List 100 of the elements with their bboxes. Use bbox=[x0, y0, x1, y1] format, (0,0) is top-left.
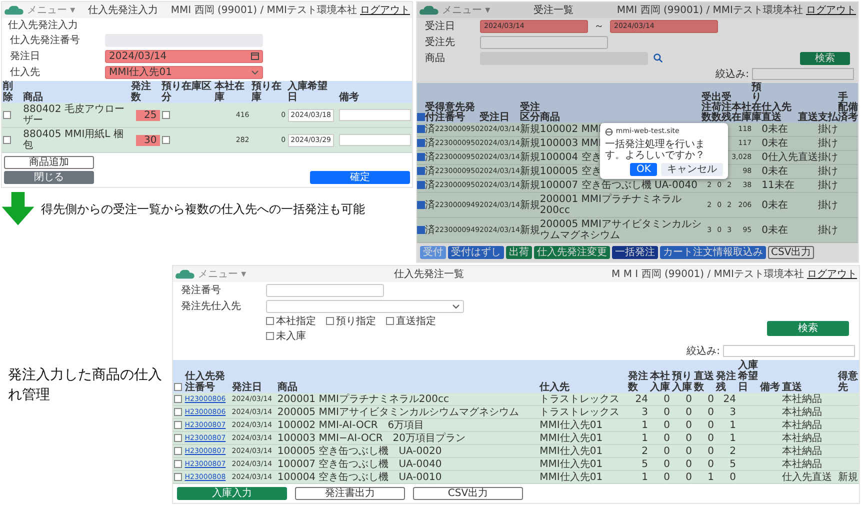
checkbox[interactable] bbox=[417, 125, 425, 134]
input-field[interactable] bbox=[266, 284, 384, 296]
action-button[interactable]: 入庫入力 bbox=[177, 487, 287, 500]
column-header: 発注日 bbox=[230, 360, 276, 393]
select-field[interactable] bbox=[266, 300, 464, 312]
checkbox[interactable] bbox=[417, 200, 425, 209]
checkbox[interactable] bbox=[174, 460, 182, 468]
quantity-field[interactable]: 30 bbox=[136, 134, 160, 146]
checkbox[interactable] bbox=[417, 139, 425, 148]
checkbox[interactable] bbox=[162, 110, 170, 119]
table-cell: MMI仕入先01 bbox=[538, 432, 627, 444]
table-cell: 100003 MMI−AI-OCR 20万項目プラン bbox=[276, 432, 539, 444]
checkbox[interactable] bbox=[417, 167, 425, 176]
checkbox[interactable] bbox=[417, 153, 425, 162]
table-cell: 200005 MMIアサイビタミンカルシウムマグネシウム bbox=[540, 219, 702, 241]
table-cell: 0未在 bbox=[762, 218, 798, 242]
range-separator: ～ bbox=[593, 20, 605, 33]
select-field[interactable]: MMI仕入先01 bbox=[105, 66, 263, 78]
table-cell: 掛け bbox=[818, 178, 838, 192]
logout-link[interactable]: ログアウト bbox=[806, 3, 856, 17]
checkbox[interactable] bbox=[326, 317, 334, 325]
input-field[interactable] bbox=[338, 134, 411, 146]
quantity-field[interactable]: 25 bbox=[136, 110, 160, 120]
checkbox[interactable] bbox=[174, 434, 182, 442]
input-field[interactable] bbox=[105, 34, 263, 46]
table-cell: 100007 空き缶つぶし機 UA-0040 bbox=[276, 458, 539, 470]
checkbox[interactable] bbox=[266, 332, 274, 340]
action-button[interactable]: カート注文情報取込み bbox=[660, 246, 766, 259]
action-button[interactable]: CSV出力 bbox=[413, 487, 523, 500]
checkbox-option[interactable]: 本社指定 bbox=[266, 314, 316, 328]
input-field[interactable] bbox=[338, 109, 411, 121]
column-header: 発注残 bbox=[714, 360, 737, 393]
checkbox[interactable] bbox=[174, 394, 182, 403]
checkbox[interactable] bbox=[3, 136, 11, 144]
search-button[interactable]: 検索 bbox=[800, 52, 850, 64]
table-cell: 掛け bbox=[818, 136, 838, 150]
field-label: 発注番号 bbox=[181, 284, 222, 297]
table-cell: 11未在 bbox=[762, 178, 798, 192]
column-header: 本社在庫 bbox=[732, 83, 752, 123]
table-cell: 掛け bbox=[818, 192, 838, 218]
filter-field[interactable] bbox=[752, 68, 854, 80]
ok-button[interactable]: OK bbox=[630, 163, 657, 176]
checkbox-option[interactable]: 預り指定 bbox=[326, 314, 376, 328]
checkbox[interactable] bbox=[417, 226, 425, 234]
action-button[interactable]: 受付はずし bbox=[448, 246, 504, 259]
checkbox[interactable] bbox=[386, 317, 394, 325]
column-header: 直送数 bbox=[692, 360, 715, 393]
checkbox-option[interactable]: 直送指定 bbox=[386, 314, 436, 328]
menu-button[interactable]: メニュー ▾ bbox=[198, 267, 246, 281]
logout-link[interactable]: ログアウト bbox=[360, 3, 410, 17]
checkbox[interactable] bbox=[174, 408, 182, 416]
column-header: 預り在庫 bbox=[752, 83, 762, 123]
column-header: 受付 bbox=[425, 83, 435, 123]
search-button[interactable]: 検索 bbox=[767, 321, 849, 336]
search-icon[interactable] bbox=[653, 53, 663, 63]
action-button[interactable]: 商品追加 bbox=[4, 156, 94, 169]
table-cell: 100004 空き缶つぶし機 UA-0010 bbox=[276, 470, 539, 484]
table-cell: 掛け bbox=[818, 218, 838, 242]
column-header: 本社在庫 bbox=[213, 81, 250, 103]
menu-button[interactable]: メニュー ▾ bbox=[27, 3, 76, 17]
checkbox[interactable] bbox=[162, 136, 170, 144]
action-button[interactable]: 閉じる bbox=[4, 171, 94, 184]
table-cell: 0未在 bbox=[762, 164, 798, 178]
action-button[interactable]: 一括発注 bbox=[612, 246, 658, 259]
user-info: MMI 西岡 (99001) / MMIテスト環境本社 bbox=[170, 4, 357, 17]
table-cell: 済 bbox=[425, 150, 435, 164]
select-field[interactable] bbox=[480, 36, 608, 48]
action-button[interactable]: 発注書出力 bbox=[295, 487, 405, 500]
side-note: 発注入力した商品の仕入れ管理 bbox=[8, 366, 163, 404]
date-field[interactable]: 2024/03/14 bbox=[105, 50, 263, 62]
action-button[interactable]: 出荷 bbox=[506, 246, 532, 259]
chevron-down-icon bbox=[452, 302, 460, 310]
action-button[interactable]: 確定 bbox=[310, 171, 410, 184]
cancel-button[interactable]: キャンセル bbox=[660, 163, 723, 176]
table-cell: 本社納品 bbox=[780, 393, 837, 406]
checkbox[interactable] bbox=[3, 110, 11, 119]
checkbox[interactable] bbox=[266, 317, 274, 325]
table-cell: 済 bbox=[425, 192, 435, 218]
table-cell: 100004 空き bbox=[540, 152, 602, 163]
action-button[interactable]: 仕入先発注変更 bbox=[534, 246, 610, 259]
field-label: 発注日 bbox=[10, 50, 41, 63]
menu-button[interactable]: メニュー ▾ bbox=[442, 3, 490, 17]
checkbox[interactable] bbox=[174, 446, 182, 455]
checkbox[interactable] bbox=[417, 181, 425, 190]
checkbox[interactable] bbox=[174, 383, 182, 392]
checkbox[interactable] bbox=[174, 420, 182, 429]
table-cell: 880405 MMI用紙L 梱包 bbox=[22, 128, 130, 152]
table-cell: 直送 bbox=[798, 152, 818, 163]
logout-link[interactable]: ログアウト bbox=[807, 267, 857, 281]
checkbox[interactable] bbox=[417, 113, 425, 122]
table-cell: 0未在 bbox=[762, 192, 798, 218]
checkbox-option[interactable]: 未入庫 bbox=[266, 329, 316, 343]
filter-field[interactable] bbox=[723, 345, 855, 357]
field-label: 発注先仕入先 bbox=[181, 300, 242, 313]
checkbox[interactable] bbox=[174, 472, 182, 481]
action-button[interactable]: CSV出力 bbox=[768, 246, 814, 259]
column-header: 削除 bbox=[2, 81, 22, 103]
column-header: 入庫希望日 bbox=[286, 81, 338, 103]
table-cell: 200001 MMIプラチナミネラル200cc bbox=[276, 393, 539, 406]
table-cell: 本社納品 bbox=[780, 458, 837, 470]
